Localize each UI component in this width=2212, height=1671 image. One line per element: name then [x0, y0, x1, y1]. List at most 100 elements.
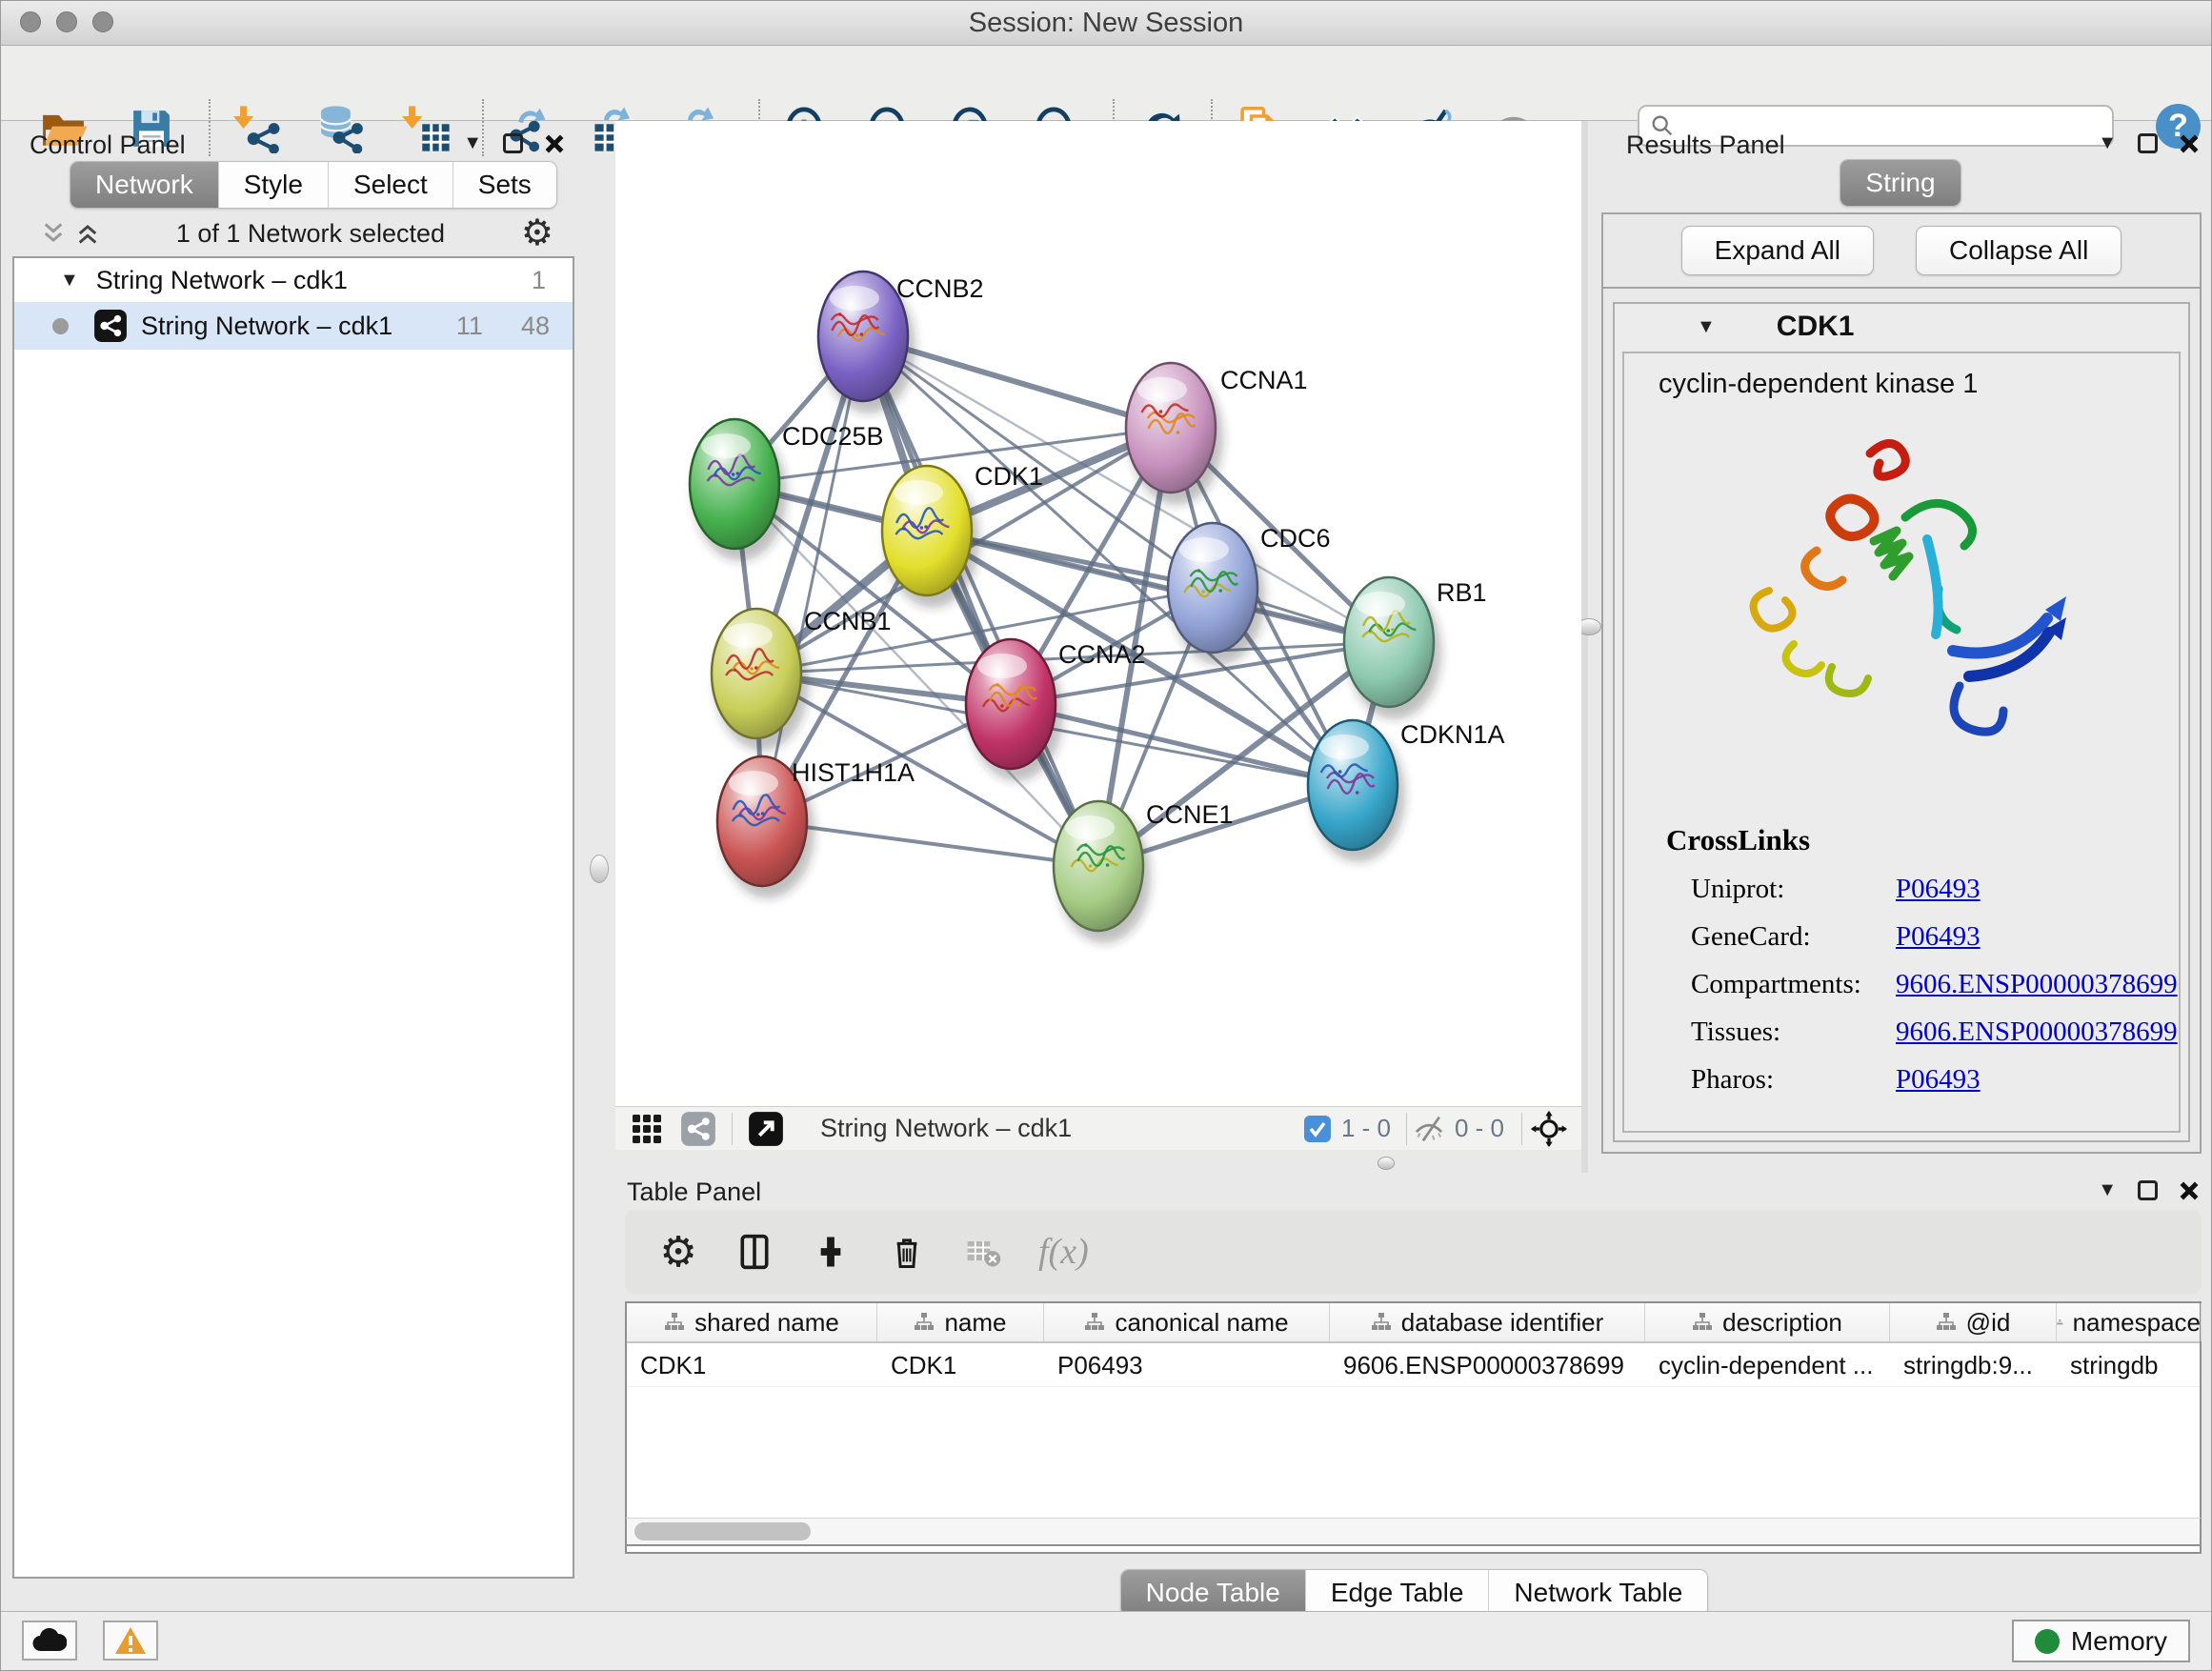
memory-button[interactable]: Memory	[2012, 1620, 2190, 1662]
network-edge-count: 48	[521, 312, 550, 341]
protein-node-RB1[interactable]	[1344, 577, 1441, 719]
network-options-gear-icon[interactable]: ⚙	[521, 215, 553, 252]
collapse-all-networks-icon[interactable]	[41, 221, 66, 246]
network-canvas[interactable]: CCNB2CCNA1CDC25BCDK1CDC6RB1CCNB1CCNA2CDK…	[615, 121, 1581, 1106]
column-header-canonicalname[interactable]: canonical name	[1044, 1303, 1330, 1341]
protein-node-CCNA2[interactable]	[966, 639, 1063, 781]
gene-header-row[interactable]: ▼ CDK1	[1615, 304, 2188, 350]
column-header-databaseidentifier[interactable]: database identifier	[1330, 1303, 1645, 1341]
table-cell[interactable]: CDK1	[627, 1343, 877, 1386]
tab-edge-table[interactable]: Edge Table	[1306, 1570, 1490, 1616]
control-panel-title: Control Panel	[30, 131, 186, 160]
gene-collapse-icon[interactable]: ▼	[1697, 316, 1716, 338]
selected-count: 1 - 0	[1341, 1114, 1391, 1143]
protein-node-CCNE1[interactable]	[1054, 801, 1151, 943]
tab-sets[interactable]: Sets	[453, 162, 556, 208]
left-splitter[interactable]	[582, 121, 615, 1173]
column-label: database identifier	[1401, 1308, 1603, 1338]
crosslink-label: Uniprot:	[1691, 874, 1896, 905]
table-panel-menu-icon[interactable]: ▼	[2098, 1179, 2117, 1201]
horizontal-splitter-handle[interactable]	[1377, 1157, 1395, 1170]
column-label: name	[944, 1308, 1006, 1338]
results-panel-float-icon[interactable]	[2138, 133, 2158, 153]
warnings-button[interactable]	[103, 1621, 158, 1661]
column-header-description[interactable]: description	[1645, 1303, 1890, 1341]
collection-collapse-icon[interactable]: ▼	[60, 270, 79, 292]
table-cell[interactable]: stringdb	[2057, 1343, 2202, 1386]
table-cell[interactable]: CDK1	[877, 1343, 1044, 1386]
results-box: Expand All Collapse All ▼ CDK1 cyclin-de…	[1601, 212, 2202, 1154]
node-table[interactable]: shared name name canonical name database id…	[625, 1301, 2202, 1554]
control-panel: Control Panel ▼ Network Style Select Set…	[9, 121, 582, 1609]
crosslink-link[interactable]: P06493	[1896, 1064, 1981, 1096]
node-label-CCNA2: CCNA2	[1058, 640, 1146, 669]
crosslink-label: GeneCard:	[1691, 921, 1896, 953]
warning-icon	[114, 1626, 147, 1655]
scrollbar-thumb[interactable]	[634, 1522, 811, 1540]
crosslink-row: Tissues:9606.ENSP00000378699	[1666, 1017, 2179, 1048]
table-options-gear-icon[interactable]: ⚙	[657, 1231, 699, 1273]
network-selection-status: 1 of 1 Network selected	[100, 219, 521, 249]
results-panel-menu-icon[interactable]: ▼	[2098, 132, 2117, 154]
crosslink-link[interactable]: P06493	[1896, 921, 1981, 953]
crosslink-link[interactable]: P06493	[1896, 874, 1981, 905]
column-label: canonical name	[1115, 1308, 1288, 1338]
crosslink-link[interactable]: 9606.ENSP00000378699	[1896, 969, 2178, 1000]
network-row-selected[interactable]: String Network – cdk1 11 48	[14, 302, 573, 350]
birds-eye-view-icon[interactable]	[1530, 1110, 1568, 1148]
table-panel-close-icon[interactable]	[2179, 1180, 2200, 1201]
shared-column-icon	[664, 1312, 685, 1333]
control-panel-menu-icon[interactable]: ▼	[463, 132, 482, 154]
left-splitter-handle[interactable]	[590, 855, 609, 883]
grid-view-icon[interactable]	[631, 1113, 663, 1145]
table-panel-title: Table Panel	[627, 1178, 761, 1207]
delete-column-icon[interactable]	[886, 1231, 928, 1273]
protein-node-CDC6[interactable]	[1168, 523, 1265, 665]
tab-select[interactable]: Select	[329, 162, 453, 208]
table-row[interactable]: CDK1CDK1P064939606.ENSP00000378699cyclin…	[627, 1343, 2200, 1387]
node-label-CCNB2: CCNB2	[896, 274, 984, 303]
control-panel-float-icon[interactable]	[503, 133, 523, 153]
tab-style[interactable]: Style	[219, 162, 329, 208]
results-panel-close-icon[interactable]	[2179, 133, 2200, 154]
column-header-name[interactable]: name	[877, 1303, 1044, 1341]
network-list: ▼ String Network – cdk1 1 String Network…	[12, 256, 574, 1579]
protein-node-CCNB1[interactable]	[712, 609, 809, 751]
table-panel-float-icon[interactable]	[2138, 1180, 2158, 1200]
node-label-HIST1H1A: HIST1H1A	[792, 758, 915, 787]
open-in-new-icon[interactable]	[748, 1111, 784, 1147]
column-header-id[interactable]: @id	[1890, 1303, 2057, 1341]
app-window: Session: New Session	[0, 0, 2212, 1671]
table-cell[interactable]: stringdb:9...	[1890, 1343, 2057, 1386]
node-label-CCNE1: CCNE1	[1146, 800, 1234, 829]
column-label: shared name	[694, 1308, 839, 1338]
shared-column-icon	[2057, 1312, 2063, 1333]
selected-checkbox-icon[interactable]	[1303, 1115, 1332, 1143]
control-panel-close-icon[interactable]	[544, 133, 565, 154]
table-horizontal-scrollbar[interactable]	[625, 1518, 2202, 1546]
gene-description: cyclin-dependent kinase 1	[1659, 369, 2179, 400]
network-collection-row[interactable]: ▼ String Network – cdk1 1	[14, 258, 573, 302]
crosslink-link[interactable]: 9606.ENSP00000378699	[1896, 1017, 2178, 1048]
right-splitter[interactable]	[1581, 121, 1588, 1173]
collapse-all-button[interactable]: Collapse All	[1916, 226, 2122, 275]
tab-network-table[interactable]: Network Table	[1489, 1570, 1707, 1616]
gene-detail-box: cyclin-dependent kinase 1	[1622, 352, 2181, 1133]
tab-string-results[interactable]: String	[1840, 160, 1960, 206]
expand-all-networks-icon[interactable]	[75, 221, 100, 246]
column-header-namespace[interactable]: namespace	[2057, 1303, 2202, 1341]
table-cell[interactable]: 9606.ENSP00000378699	[1330, 1343, 1645, 1386]
expand-all-button[interactable]: Expand All	[1681, 226, 1874, 275]
column-header-sharedname[interactable]: shared name	[627, 1303, 877, 1341]
tab-node-table[interactable]: Node Table	[1121, 1570, 1306, 1616]
table-cell[interactable]: cyclin-dependent ...	[1645, 1343, 1890, 1386]
protein-node-CDKN1A[interactable]	[1308, 720, 1405, 862]
add-column-icon[interactable]	[810, 1231, 852, 1273]
tab-network[interactable]: Network	[70, 162, 219, 208]
table-cell[interactable]: P06493	[1044, 1343, 1330, 1386]
show-columns-icon[interactable]	[734, 1231, 775, 1273]
cloud-status-button[interactable]	[22, 1621, 77, 1661]
string-network-icon	[93, 309, 128, 343]
string-view-icon[interactable]	[680, 1111, 716, 1147]
node-label-CDC6: CDC6	[1260, 524, 1331, 553]
